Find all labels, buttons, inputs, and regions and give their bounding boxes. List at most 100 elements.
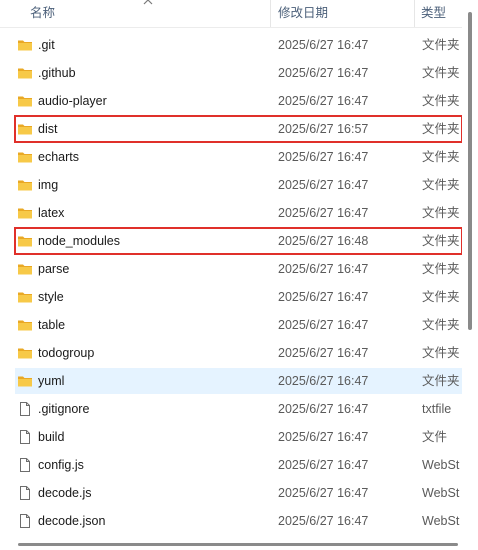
folder-icon xyxy=(17,121,33,137)
vertical-scroll-thumb[interactable] xyxy=(468,12,472,330)
modified-date: 2025/6/27 16:47 xyxy=(278,430,369,444)
file-row[interactable]: decode.json 2025/6/27 16:47 WebSt xyxy=(15,508,462,534)
file-type: 文件夹 xyxy=(422,178,460,192)
file-row[interactable]: yuml 2025/6/27 16:47 文件夹 xyxy=(15,368,462,394)
file-row[interactable]: style 2025/6/27 16:47 文件夹 xyxy=(15,284,462,310)
file-row[interactable]: latex 2025/6/27 16:47 文件夹 xyxy=(15,200,462,226)
file-icon xyxy=(17,429,33,445)
file-type: 文件夹 xyxy=(422,234,460,248)
folder-icon xyxy=(17,65,33,81)
file-name: .git xyxy=(38,38,55,52)
modified-date: 2025/6/27 16:47 xyxy=(278,402,369,416)
file-row[interactable]: audio-player 2025/6/27 16:47 文件夹 xyxy=(15,88,462,114)
modified-date: 2025/6/27 16:47 xyxy=(278,346,369,360)
folder-icon xyxy=(17,233,33,249)
file-type: 文件夹 xyxy=(422,94,460,108)
file-type: 文件夹 xyxy=(422,346,460,360)
file-name: config.js xyxy=(38,458,84,472)
file-type: 文件夹 xyxy=(422,38,460,52)
file-row[interactable]: todogroup 2025/6/27 16:47 文件夹 xyxy=(15,340,462,366)
file-name: todogroup xyxy=(38,346,95,360)
modified-date: 2025/6/27 16:47 xyxy=(278,514,369,528)
file-row[interactable]: img 2025/6/27 16:47 文件夹 xyxy=(15,172,462,198)
file-name: .gitignore xyxy=(38,402,90,416)
file-icon xyxy=(17,513,33,529)
file-type: 文件夹 xyxy=(422,318,460,332)
file-name: node_modules xyxy=(38,234,121,248)
file-name: echarts xyxy=(38,150,79,164)
modified-date: 2025/6/27 16:47 xyxy=(278,150,369,164)
folder-icon xyxy=(17,373,33,389)
folder-icon xyxy=(17,345,33,361)
folder-icon xyxy=(17,177,33,193)
file-type: 文件夹 xyxy=(422,66,460,80)
modified-date: 2025/6/27 16:47 xyxy=(278,290,369,304)
file-name: decode.json xyxy=(38,514,106,528)
folder-icon xyxy=(17,205,33,221)
file-type: 文件夹 xyxy=(422,122,460,136)
horizontal-scroll-thumb[interactable] xyxy=(18,543,458,546)
file-row[interactable]: config.js 2025/6/27 16:47 WebSt xyxy=(15,452,462,478)
file-row[interactable]: build 2025/6/27 16:47 文件 xyxy=(15,424,462,450)
modified-date: 2025/6/27 16:57 xyxy=(278,122,369,136)
file-type: 文件夹 xyxy=(422,262,460,276)
file-type: 文件夹 xyxy=(422,206,460,220)
modified-date: 2025/6/27 16:47 xyxy=(278,66,369,80)
horizontal-scrollbar[interactable] xyxy=(0,538,462,550)
file-name: latex xyxy=(38,206,65,220)
file-name: build xyxy=(38,430,65,444)
file-row[interactable]: parse 2025/6/27 16:47 文件夹 xyxy=(15,256,462,282)
file-icon xyxy=(17,485,33,501)
column-divider[interactable] xyxy=(414,0,415,27)
file-name: .github xyxy=(38,66,76,80)
file-name: img xyxy=(38,178,59,192)
file-name: dist xyxy=(38,122,58,136)
file-type: 文件夹 xyxy=(422,150,460,164)
column-header: 名称 修改日期 类型 xyxy=(0,0,462,28)
file-type: WebSt xyxy=(422,514,460,528)
file-row[interactable]: echarts 2025/6/27 16:47 文件夹 xyxy=(15,144,462,170)
modified-date: 2025/6/27 16:47 xyxy=(278,38,369,52)
folder-icon xyxy=(17,93,33,109)
file-type: 文件 xyxy=(422,430,448,444)
file-name: parse xyxy=(38,262,70,276)
folder-icon xyxy=(17,149,33,165)
type-column-header[interactable]: 类型 xyxy=(421,0,461,27)
folder-icon xyxy=(17,261,33,277)
file-row[interactable]: table 2025/6/27 16:47 文件夹 xyxy=(15,312,462,338)
file-name: audio-player xyxy=(38,94,107,108)
modified-date: 2025/6/27 16:47 xyxy=(278,262,369,276)
name-column-header[interactable]: 名称 xyxy=(30,0,268,27)
modified-date: 2025/6/27 16:47 xyxy=(278,458,369,472)
modified-date: 2025/6/27 16:47 xyxy=(278,318,369,332)
modified-date: 2025/6/27 16:47 xyxy=(278,374,369,388)
modified-date: 2025/6/27 16:48 xyxy=(278,234,369,248)
vertical-scrollbar[interactable] xyxy=(462,0,478,550)
file-type: txtfile xyxy=(422,402,452,416)
modified-date: 2025/6/27 16:47 xyxy=(278,486,369,500)
file-name: table xyxy=(38,318,66,332)
folder-icon xyxy=(17,37,33,53)
file-icon xyxy=(17,457,33,473)
file-row[interactable]: node_modules 2025/6/27 16:48 文件夹 xyxy=(14,227,463,255)
file-type: 文件夹 xyxy=(422,374,460,388)
file-row[interactable]: dist 2025/6/27 16:57 文件夹 xyxy=(14,115,463,143)
file-row[interactable]: .github 2025/6/27 16:47 文件夹 xyxy=(15,60,462,86)
file-row[interactable]: .git 2025/6/27 16:47 文件夹 xyxy=(15,32,462,58)
modified-date: 2025/6/27 16:47 xyxy=(278,94,369,108)
modified-date: 2025/6/27 16:47 xyxy=(278,206,369,220)
column-divider[interactable] xyxy=(270,0,271,27)
file-name: yuml xyxy=(38,374,65,388)
file-type: WebSt xyxy=(422,458,460,472)
modified-date: 2025/6/27 16:47 xyxy=(278,178,369,192)
file-type: 文件夹 xyxy=(422,290,460,304)
date-column-header[interactable]: 修改日期 xyxy=(278,0,413,27)
file-name: decode.js xyxy=(38,486,92,500)
file-row[interactable]: decode.js 2025/6/27 16:47 WebSt xyxy=(15,480,462,506)
folder-icon xyxy=(17,289,33,305)
file-row[interactable]: .gitignore 2025/6/27 16:47 txtfile xyxy=(15,396,462,422)
file-icon xyxy=(17,401,33,417)
file-name: style xyxy=(38,290,64,304)
folder-icon xyxy=(17,317,33,333)
file-type: WebSt xyxy=(422,486,460,500)
